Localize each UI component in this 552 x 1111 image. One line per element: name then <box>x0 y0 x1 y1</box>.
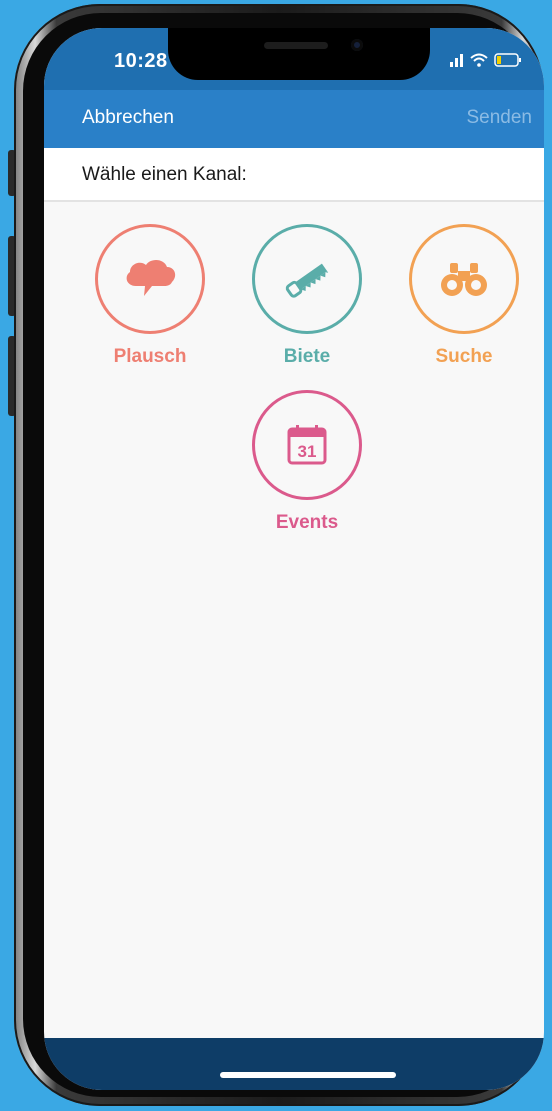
screen: 10:28 Abbrechen Senden Wähle einen Kanal… <box>44 28 544 1090</box>
channel-biete[interactable]: Biete <box>237 224 377 368</box>
saw-icon <box>285 263 329 298</box>
channel-events-label: Events <box>275 512 339 533</box>
status-time: 10:28 <box>114 50 168 72</box>
front-camera <box>351 39 363 51</box>
calendar-day-number: 31 <box>298 442 317 461</box>
signal-icon <box>450 54 463 67</box>
battery-icon <box>494 53 521 67</box>
channel-suche[interactable]: Suche <box>394 224 534 368</box>
calendar-icon: 31 <box>287 425 327 465</box>
channel-events-circle[interactable]: 31 <box>252 390 362 500</box>
binoculars-icon <box>441 263 487 296</box>
home-indicator[interactable] <box>220 1072 396 1078</box>
channel-biete-label: Biete <box>283 346 331 367</box>
channel-plausch[interactable]: Plausch <box>80 224 220 368</box>
speaker <box>264 42 328 49</box>
channel-suche-circle[interactable] <box>409 224 519 334</box>
send-button[interactable]: Senden <box>466 107 532 129</box>
wifi-icon <box>470 53 488 67</box>
channel-events[interactable]: 31 Events <box>237 390 377 534</box>
channel-suche-label: Suche <box>435 346 493 367</box>
nav-bar: Abbrechen Senden <box>44 90 544 148</box>
channel-plausch-circle[interactable] <box>95 224 205 334</box>
phone-frame: 10:28 Abbrechen Senden Wähle einen Kanal… <box>14 4 544 1106</box>
status-icons <box>450 50 522 70</box>
status-bar: 10:28 <box>44 28 544 90</box>
channel-prompt-row: Wähle einen Kanal: <box>44 148 544 202</box>
speech-cloud-icon <box>126 259 176 296</box>
bottom-bar <box>44 1038 544 1090</box>
notch <box>168 28 430 80</box>
channel-biete-circle[interactable] <box>252 224 362 334</box>
cancel-button[interactable]: Abbrechen <box>82 107 174 129</box>
channel-plausch-label: Plausch <box>113 346 187 367</box>
stage: 10:28 Abbrechen Senden Wähle einen Kanal… <box>0 0 552 1111</box>
channel-prompt: Wähle einen Kanal: <box>82 164 247 185</box>
